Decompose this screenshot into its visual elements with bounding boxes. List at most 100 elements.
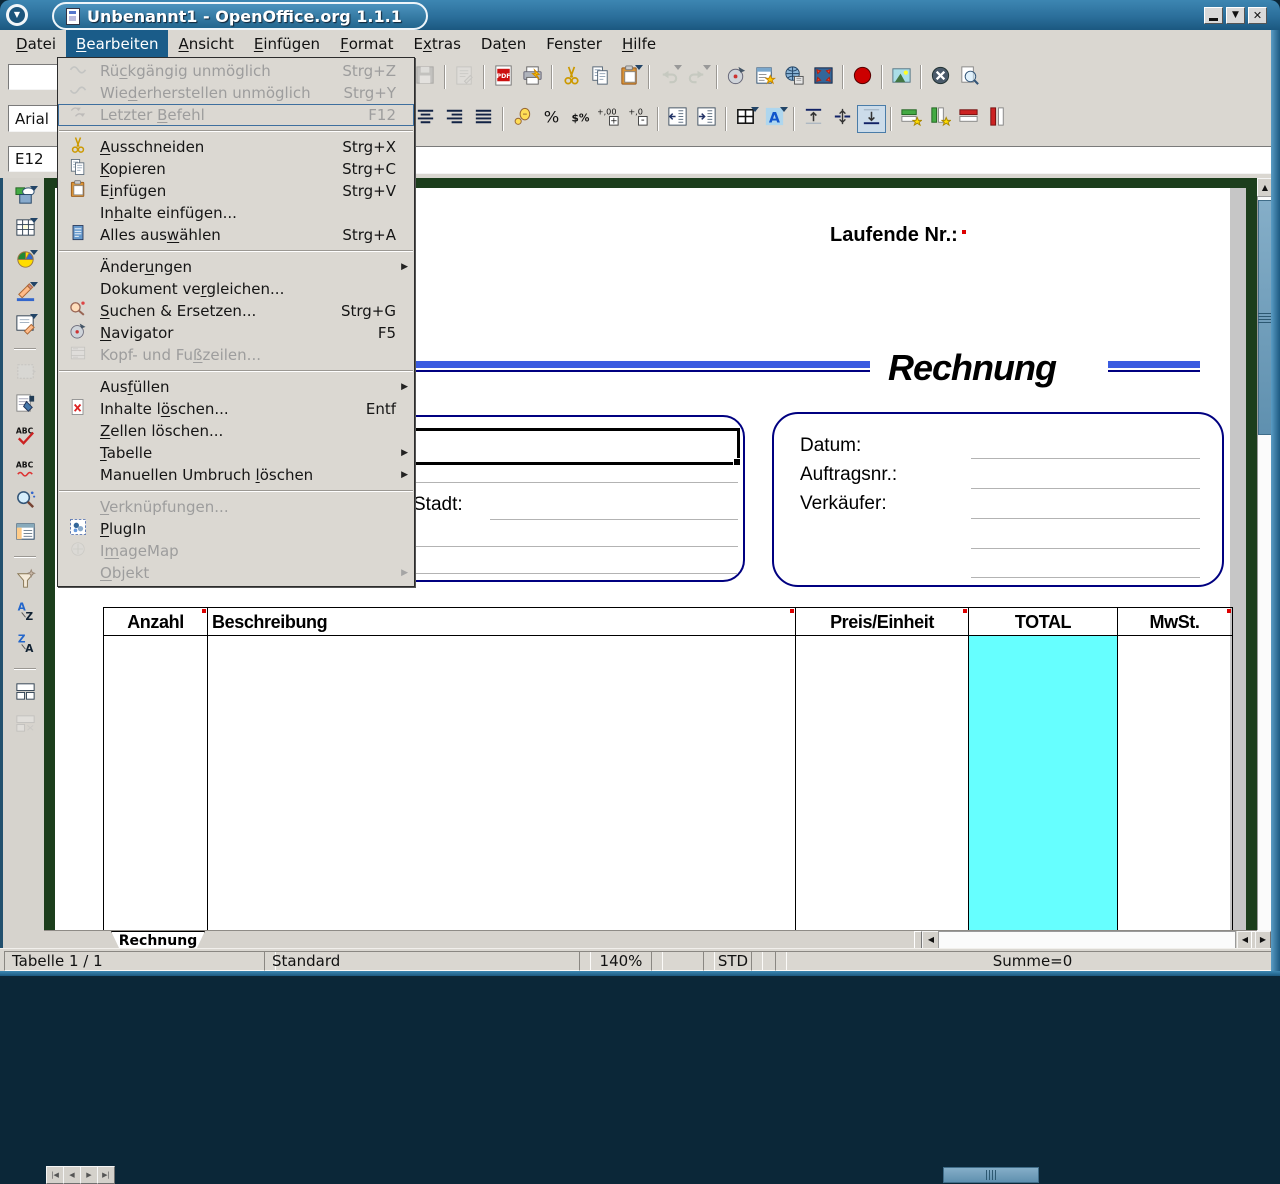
data-sources-button[interactable]	[11, 520, 39, 546]
close-button[interactable]: ✕	[1248, 7, 1267, 24]
percent-format-button[interactable]: %	[537, 105, 566, 133]
menubar-format[interactable]: Format	[330, 30, 403, 57]
stop-button[interactable]	[926, 63, 955, 91]
align-top-button[interactable]	[799, 105, 828, 133]
menubar-hilfe[interactable]: Hilfe	[612, 30, 666, 57]
menu-item-alles-auswaehlen[interactable]: Alles auswählenStrg+A	[58, 224, 414, 246]
menu-item-aenderungen[interactable]: Änderungen▶	[58, 256, 414, 278]
menu-item-suchen-ersetzen[interactable]: Suchen & Ersetzen...Strg+G	[58, 300, 414, 322]
menu-item-tabelle[interactable]: Tabelle▶	[58, 442, 414, 464]
shade-button[interactable]: ▼	[1226, 7, 1245, 24]
first-sheet-button[interactable]: |◀	[46, 1166, 64, 1184]
fill-format-button[interactable]	[11, 392, 39, 418]
tab-scrollbar-splitter[interactable]	[914, 931, 922, 949]
print-button[interactable]	[518, 63, 547, 91]
autofilter-button[interactable]	[11, 568, 39, 594]
decrease-indent-button[interactable]	[663, 105, 692, 133]
delete-row-button[interactable]	[954, 105, 983, 133]
standard-format-button[interactable]: $%	[566, 105, 595, 133]
gallery-button[interactable]	[809, 63, 838, 91]
menu-item-manuellen-umbruch-loeschen[interactable]: Manuellen Umbruch löschen▶	[58, 464, 414, 486]
insert-button[interactable]	[11, 184, 39, 210]
status-sheet-info[interactable]: Tabelle 1 / 1	[4, 951, 276, 971]
menubar-einfuegen[interactable]: Einfügen	[244, 30, 330, 57]
menu-item-plugin[interactable]: PlugIn	[58, 518, 414, 540]
align-right-button[interactable]	[440, 105, 469, 133]
copy-button[interactable]	[586, 63, 615, 91]
stylist-button[interactable]	[751, 63, 780, 91]
form-button[interactable]	[11, 312, 39, 338]
minimize-button[interactable]	[1204, 7, 1223, 24]
next-sheet-button[interactable]: ▶	[80, 1166, 98, 1184]
add-decimal-button[interactable]: +,00+	[595, 105, 624, 133]
gallery-icon	[812, 64, 835, 91]
insert-column-button[interactable]	[925, 105, 954, 133]
record-button[interactable]	[848, 63, 877, 91]
menu-item-dokument-vergleichen[interactable]: Dokument vergleichen...	[58, 278, 414, 300]
group-button[interactable]	[11, 680, 39, 706]
status-page-style[interactable]: Standard	[264, 951, 591, 971]
menubar-datei[interactable]: Datei	[6, 30, 66, 57]
menu-item-inhalte-einfuegen[interactable]: Inhalte einfügen...	[58, 202, 414, 224]
find-replace-button[interactable]	[11, 488, 39, 514]
last-sheet-button[interactable]: ▶|	[97, 1166, 115, 1184]
menu-item-navigator[interactable]: NavigatorF5	[58, 322, 414, 344]
auto-spellcheck-button[interactable]: ABC	[11, 456, 39, 482]
draw-functions-button[interactable]	[11, 280, 39, 306]
menubar-bearbeiten[interactable]: Bearbeiten	[66, 30, 168, 57]
title-bar[interactable]: ▼ Unbenannt1 - OpenOffice.org 1.1.1 ▼ ✕	[0, 0, 1280, 30]
sort-ascending-button[interactable]: AZ	[11, 600, 39, 626]
scroll-right-button[interactable]: ▶	[1255, 931, 1271, 949]
menu-item-label: Dokument vergleichen...	[100, 280, 284, 298]
menubar-ansicht[interactable]: Ansicht	[168, 30, 243, 57]
align-vcenter-button[interactable]	[828, 105, 857, 133]
insert-cells-button[interactable]	[11, 216, 39, 242]
menu-item-ausschneiden[interactable]: AusschneidenStrg+X	[58, 136, 414, 158]
cut-button[interactable]	[557, 63, 586, 91]
remove-decimal-button[interactable]: +,0-	[624, 105, 653, 133]
dropdown-arrow-icon	[30, 250, 38, 255]
ungroup-icon	[14, 712, 37, 739]
menubar-extras[interactable]: Extras	[403, 30, 470, 57]
menu-item-kopieren[interactable]: KopierenStrg+C	[58, 158, 414, 180]
spellcheck-button[interactable]: ABC	[11, 424, 39, 450]
paste-button[interactable]	[615, 63, 644, 91]
menubar-daten[interactable]: Daten	[471, 30, 536, 57]
insert-row-button[interactable]	[896, 105, 925, 133]
horizontal-scrollbar-thumb[interactable]	[943, 1167, 1039, 1183]
menu-item-zellen-loeschen[interactable]: Zellen löschen...	[58, 420, 414, 442]
horizontal-scrollbar[interactable]	[938, 931, 1236, 949]
status-bar: Tabelle 1 / 1 Standard 140% STD Summe=0	[0, 948, 1280, 972]
vertical-scrollbar-thumb[interactable]	[1258, 200, 1272, 435]
align-justify-button[interactable]	[469, 105, 498, 133]
menu-item-inhalte-loeschen[interactable]: Inhalte löschen...Entf	[58, 398, 414, 420]
export-pdf-button[interactable]: PDF	[489, 63, 518, 91]
sort-descending-button[interactable]: ZA	[11, 632, 39, 658]
currency-format-button[interactable]	[508, 105, 537, 133]
menu-item-ausfuellen[interactable]: Ausfüllen▶	[58, 376, 414, 398]
currency-icon	[511, 105, 534, 132]
window-menu-button[interactable]: ▼	[6, 4, 28, 26]
menubar-fenster[interactable]: Fenster	[536, 30, 612, 57]
delete-column-button[interactable]	[983, 105, 1012, 133]
font-name-value: Arial	[15, 110, 49, 128]
previous-sheet-button[interactable]: ◀	[63, 1166, 81, 1184]
menu-item-wiederherstellen: Wiederherstellen unmöglichStrg+Y	[58, 82, 414, 104]
increase-indent-button[interactable]	[692, 105, 721, 133]
menu-item-einfuegen[interactable]: EinfügenStrg+V	[58, 180, 414, 202]
insert-image-button[interactable]	[887, 63, 916, 91]
align-center-button[interactable]	[411, 105, 440, 133]
status-sum[interactable]: Summe=0	[775, 951, 1280, 971]
insert-object-button[interactable]	[11, 248, 39, 274]
cell-cursor-handle[interactable]	[733, 458, 741, 466]
fill-line	[971, 548, 1200, 549]
hyperlink-button[interactable]	[780, 63, 809, 91]
datum-label: Datum:	[800, 435, 861, 457]
zoom-page-button[interactable]	[955, 63, 984, 91]
sort-descending-icon: ZA	[14, 632, 37, 659]
background-color-button[interactable]: A	[760, 105, 789, 133]
save-icon	[414, 64, 437, 91]
borders-button[interactable]	[731, 105, 760, 133]
align-bottom-button[interactable]	[857, 105, 886, 133]
navigator-button[interactable]	[722, 63, 751, 91]
